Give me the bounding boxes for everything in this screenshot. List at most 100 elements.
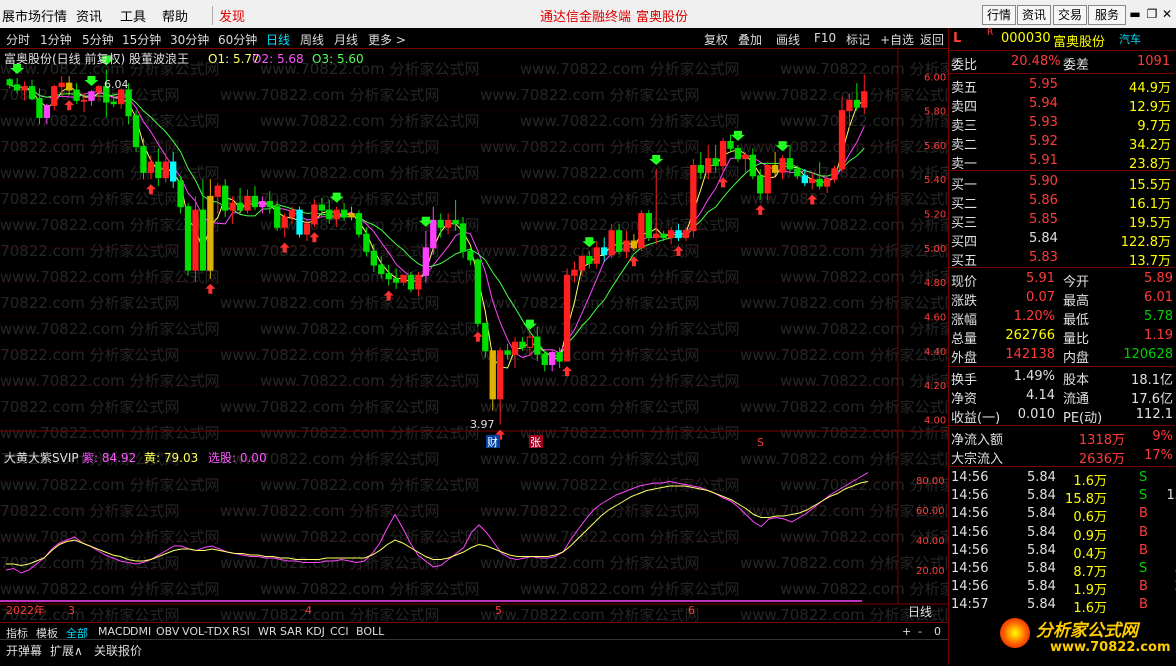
watermark-text: www.70822.com 分析家公式网 xyxy=(0,346,180,364)
candle-body xyxy=(333,209,340,220)
tick-time: 14:56 xyxy=(951,524,989,540)
tick-price: 5.84 xyxy=(1027,506,1056,522)
zoom-out-icon[interactable]: - xyxy=(918,625,922,638)
candle-body xyxy=(415,274,422,290)
ask-label: 卖四 xyxy=(951,100,978,115)
stock-sector[interactable]: 汽车 xyxy=(1119,31,1141,47)
tab-boll[interactable]: BOLL xyxy=(356,625,384,638)
candle-body xyxy=(199,209,207,271)
watermark-text: www.70822.com 分析家公式网 xyxy=(780,372,948,390)
stat-value: 6.01 xyxy=(1144,290,1173,305)
bid-row: 买四 5.84 122.8万 xyxy=(949,230,1175,250)
candle-body xyxy=(251,195,259,208)
tab-vol-tdx[interactable]: VOL-TDX xyxy=(182,625,230,638)
toolbar-back[interactable]: 返回 xyxy=(920,31,944,48)
candle-body xyxy=(682,230,690,239)
candle-body xyxy=(482,322,489,352)
menu-news[interactable]: 资讯 xyxy=(76,6,102,25)
close-icon[interactable]: ✕ xyxy=(1160,5,1174,23)
watermark-text: www.70822.com 分析家公式网 xyxy=(220,398,440,416)
candle-body xyxy=(519,341,526,348)
weicha-value: 1091 xyxy=(1137,54,1171,69)
top-button-news[interactable]: 资讯 xyxy=(1017,5,1051,25)
menu-discover[interactable]: 发现 xyxy=(212,6,245,25)
tf-fenshi[interactable]: 分时 xyxy=(6,31,30,48)
top-button-trade[interactable]: 交易 xyxy=(1053,5,1087,25)
tab-dmi[interactable]: DMI xyxy=(130,625,151,638)
candle-body xyxy=(757,175,764,194)
tf-daily[interactable]: 日线 xyxy=(266,31,290,48)
candle-body xyxy=(549,352,556,366)
minimize-icon[interactable]: ▬ xyxy=(1128,5,1142,23)
flow-label: 大宗流入 xyxy=(951,452,1004,467)
tab-cci[interactable]: CCI xyxy=(330,625,349,638)
legend-purple: 紫: 84.92 xyxy=(82,451,136,465)
toolbar-mark[interactable]: 标记 xyxy=(846,31,870,48)
legend-pick: 选股: 0.00 xyxy=(208,451,267,465)
toolbar-draw[interactable]: 画线 xyxy=(776,31,800,48)
candle-body xyxy=(846,99,853,112)
flow-row: 大宗流入 2636万 17% xyxy=(949,447,1175,467)
toolbar-fuquan[interactable]: 复权 xyxy=(704,31,728,48)
tab-sar[interactable]: SAR xyxy=(280,625,302,638)
watermark-text: www.70822.com 分析家公式网 xyxy=(480,190,700,208)
candle-body xyxy=(749,154,756,177)
candle-body xyxy=(719,140,727,167)
restore-icon[interactable]: ❐ xyxy=(1145,5,1159,23)
watermark-text: www.70822.com 分析家公式网 xyxy=(0,138,180,156)
tf-15min[interactable]: 15分钟 xyxy=(122,31,161,48)
finance-marker[interactable]: 财 xyxy=(487,435,498,449)
tab-kdj[interactable]: KDJ xyxy=(306,625,325,638)
kline-svg: www.70822.com 分析家公式网 www.70822.com 分析家公式网… xyxy=(0,48,1000,624)
candle-body xyxy=(474,259,482,324)
zoom-in-icon[interactable]: + xyxy=(902,625,911,638)
candle-body xyxy=(608,230,615,256)
date-month-6: 6 xyxy=(688,604,695,617)
candle-body xyxy=(504,350,511,355)
rise-marker[interactable]: 张 xyxy=(530,436,541,449)
tick-row: 14:565.840.9万B1 xyxy=(949,524,1176,544)
weibi-value: 20.48% xyxy=(1011,54,1061,69)
toolbar-overlay[interactable]: 叠加 xyxy=(738,31,762,48)
top-button-quote[interactable]: 行情 xyxy=(982,5,1016,25)
fin-value: 17.6亿 xyxy=(1131,392,1173,407)
tf-weekly[interactable]: 周线 xyxy=(300,31,324,48)
menu-market[interactable]: 展市场行情 xyxy=(2,6,67,25)
toolbar-f10[interactable]: F10 xyxy=(814,31,836,45)
watermark-text: www.70822.com 分析家公式网 xyxy=(520,268,740,286)
price-axis-label: 5.60 xyxy=(924,141,946,152)
logo-icon xyxy=(1000,618,1030,648)
tf-monthly[interactable]: 月线 xyxy=(334,31,358,48)
top-button-service[interactable]: 服务 xyxy=(1088,5,1126,25)
stat-value: 142138 xyxy=(1005,347,1055,362)
tab-obv[interactable]: OBV xyxy=(156,625,179,638)
tf-5min[interactable]: 5分钟 xyxy=(82,31,114,48)
chart-area[interactable]: www.70822.com 分析家公式网 www.70822.com 分析家公式网… xyxy=(0,48,1000,624)
tf-30min[interactable]: 30分钟 xyxy=(170,31,209,48)
osc-yellow-line xyxy=(6,481,869,567)
price-axis-label: 4.60 xyxy=(924,312,946,323)
danmu-toggle[interactable]: 开弹幕 xyxy=(6,642,42,659)
tab-rsi[interactable]: RSI xyxy=(232,625,250,638)
expand-toggle[interactable]: 扩展∧ xyxy=(50,642,83,659)
tf-60min[interactable]: 60分钟 xyxy=(218,31,257,48)
tab-macd[interactable]: MACD xyxy=(98,625,131,638)
tick-price: 5.84 xyxy=(1027,561,1056,576)
date-month-4: 4 xyxy=(305,604,312,617)
menu-tools[interactable]: 工具 xyxy=(120,6,146,25)
candle-body xyxy=(623,240,630,252)
tick-volume: 8.7万 xyxy=(1073,565,1107,580)
ask-price: 5.95 xyxy=(1029,77,1058,92)
fin-value: 4.14 xyxy=(1026,388,1055,403)
linked-quote[interactable]: 关联报价 xyxy=(94,642,142,659)
tf-1min[interactable]: 1分钟 xyxy=(40,31,72,48)
watermark-text: www.70822.com 分析家公式网 xyxy=(260,424,480,442)
tf-more[interactable]: 更多 > xyxy=(368,31,406,48)
fin-row: 收益(一) 0.010 PE(动) 112.1 xyxy=(949,406,1175,426)
ask-label: 卖二 xyxy=(951,138,978,153)
candle-body xyxy=(378,264,385,275)
zoom-reset-icon[interactable]: 0 xyxy=(934,625,941,638)
toolbar-add-watchlist[interactable]: +自选 xyxy=(880,31,914,48)
menu-help[interactable]: 帮助 xyxy=(162,6,188,25)
tab-wr[interactable]: WR xyxy=(258,625,277,638)
